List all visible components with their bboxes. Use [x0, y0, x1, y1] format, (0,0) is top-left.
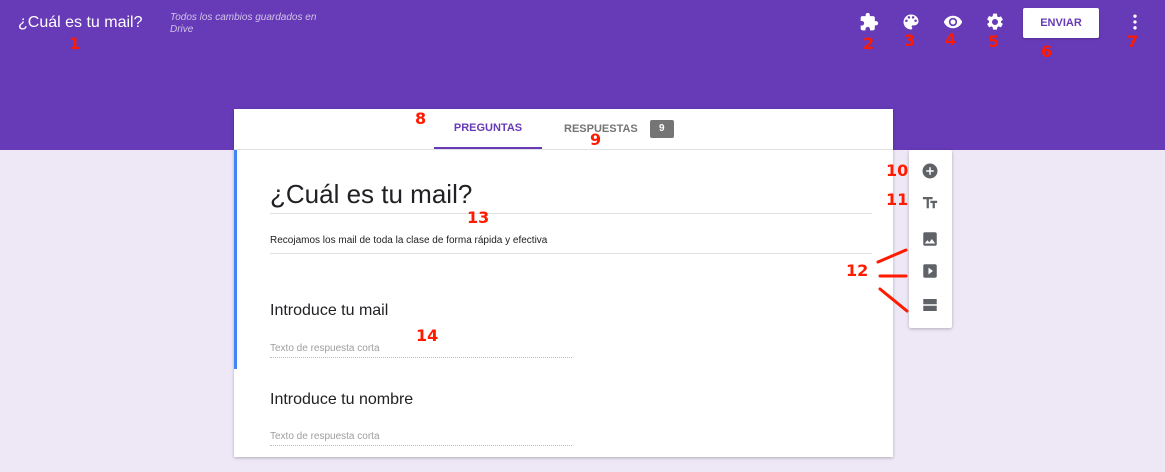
annotation-number: 14 [416, 326, 439, 345]
annotation-number: 4 [945, 30, 957, 49]
annotation-number: 12 [846, 261, 869, 280]
annotation-lines [876, 248, 909, 313]
annotation-number: 1 [69, 34, 81, 53]
annotation-number: 7 [1127, 32, 1139, 51]
annotation-number: 11 [886, 190, 909, 209]
annotation-number: 13 [467, 208, 490, 227]
annotation-number: 6 [1041, 42, 1053, 61]
annotation-number: 2 [863, 34, 875, 53]
annotation-number: 8 [415, 109, 427, 128]
annotation-number: 10 [886, 161, 909, 180]
annotation-number: 5 [988, 32, 1000, 51]
annotation-number: 3 [904, 31, 916, 50]
annotation-number: 9 [590, 130, 602, 149]
